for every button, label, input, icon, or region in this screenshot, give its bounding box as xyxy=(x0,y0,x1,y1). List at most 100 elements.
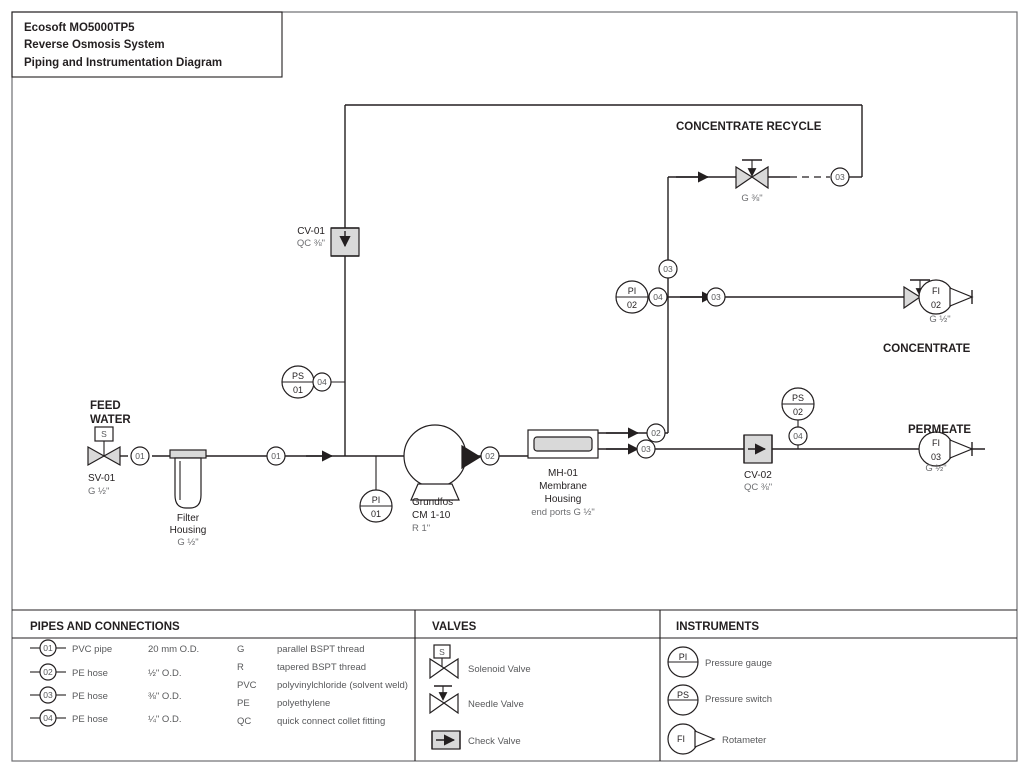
legend-needle-left xyxy=(429,692,446,715)
legend-abbrev-4-meaning: quick connect collet fitting xyxy=(277,716,385,727)
recycle-valve-size-label: G ⅜" xyxy=(741,193,762,204)
ps02-number: 02 xyxy=(793,407,803,417)
pump-grundfos xyxy=(403,424,482,501)
sv01-solenoid-letter: S xyxy=(101,429,107,439)
cv01-tag-label: CV-01 xyxy=(297,226,325,237)
pi01-number: 01 xyxy=(371,509,381,519)
legend-valve-needle: Needle Valve xyxy=(429,685,524,715)
filter-bowl xyxy=(174,457,202,509)
mh01-element xyxy=(533,436,593,452)
instrument-fi02[interactable]: FI 02 xyxy=(918,279,974,315)
legend-solenoid-right xyxy=(442,657,459,680)
line-tag-03a: 03 xyxy=(636,439,656,459)
legend-pipe-row-0: 01 PVC pipe 20 mm O.D. xyxy=(30,639,199,657)
legend-pi-code: PI xyxy=(679,652,688,662)
permeate-size-label: G ½" xyxy=(925,463,946,474)
cv02-tag-label: CV-02 xyxy=(744,470,772,481)
valve-concentrate-recycle[interactable] xyxy=(735,159,769,190)
legend-pipe-3-tag: 04 xyxy=(43,713,53,723)
title-line-2: Reverse Osmosis System xyxy=(24,39,165,51)
legend-pipe-row-3: 04 PE hose ¼" O.D. xyxy=(30,709,181,727)
concentrate-recycle-label: CONCENTRATE RECYCLE xyxy=(676,121,822,133)
pi01-type: PI xyxy=(372,495,381,505)
legend-pipe-3-name: PE hose xyxy=(72,714,108,725)
sv01-body-left xyxy=(87,445,106,467)
mh01-tag-label: MH-01 xyxy=(548,468,578,479)
recycle-valve-right xyxy=(750,165,769,190)
instrument-fi03[interactable]: FI 03 xyxy=(918,431,974,467)
fi02-type: FI xyxy=(932,286,940,296)
pump-label-1: Grundfos xyxy=(412,497,453,508)
fi02-cone xyxy=(949,287,974,307)
valve-cv01[interactable] xyxy=(330,227,360,257)
legend-pipe-0-name: PVC pipe xyxy=(72,644,112,655)
legend-valve-solenoid: S Solenoid Valve xyxy=(429,644,531,680)
feed-water-label-2: WATER xyxy=(90,414,131,426)
filter-size-label: G ½" xyxy=(177,537,198,548)
pump-discharge-cone xyxy=(461,444,482,470)
tag-01b-text: 01 xyxy=(271,451,281,461)
legend-needle-right xyxy=(442,692,459,715)
legend-pipe-row-1: 02 PE hose ½" O.D. xyxy=(30,663,181,681)
pump-body xyxy=(403,424,467,488)
legend-fi-cone xyxy=(694,730,716,748)
legend-abbrev-2-meaning: polyvinylchloride (solvent weld) xyxy=(277,680,408,691)
filter-label-1: Filter xyxy=(177,513,200,524)
legend-abbrev-1-meaning: tapered BSPT thread xyxy=(277,662,366,673)
line-tag-04c: 04 xyxy=(788,426,808,446)
legend-pipe-1-name: PE hose xyxy=(72,668,108,679)
tag-03b-text: 03 xyxy=(663,264,673,274)
legend-ps-code: PS xyxy=(677,690,689,700)
filter-housing xyxy=(169,449,207,509)
tag-04c-text: 04 xyxy=(793,431,803,441)
legend-needle-label: Needle Valve xyxy=(468,699,524,710)
conc-valve-size-label: G ½" xyxy=(929,314,950,325)
line-tag-03c: 03 xyxy=(706,287,726,307)
pid-sheet: Ecosoft MO5000TP5 Reverse Osmosis System… xyxy=(0,0,1029,773)
legend-pipe-row-2: 03 PE hose ⅜" O.D. xyxy=(30,686,181,704)
legend-instrument-ps: PS Pressure switch xyxy=(667,684,772,716)
pump-label-2: CM 1-10 xyxy=(412,510,451,521)
legend-abbrev-0-code: G xyxy=(237,644,244,655)
fi02-number: 02 xyxy=(931,300,941,310)
ps01-number: 01 xyxy=(293,385,303,395)
pi02-number: 02 xyxy=(627,300,637,310)
sv01-body-right xyxy=(102,445,121,467)
instrument-ps02[interactable]: PS 02 xyxy=(781,387,815,421)
instrument-pi02[interactable]: PI 02 xyxy=(615,280,649,314)
legend-abbrev-0-meaning: parallel BSPT thread xyxy=(277,644,365,655)
line-tag-03d: 03 xyxy=(830,167,850,187)
line-tag-01a: 01 xyxy=(130,446,150,466)
legend-check-label: Check Valve xyxy=(468,736,521,747)
legend-abbrev-3-code: PE xyxy=(237,698,250,709)
legend-pipe-2-name: PE hose xyxy=(72,691,108,702)
legend-pipe-2-tag: 03 xyxy=(43,690,53,700)
tag-03c-text: 03 xyxy=(711,292,721,302)
legend-instrument-pi: PI Pressure gauge xyxy=(667,646,772,678)
sv01-tag-label: SV-01 xyxy=(88,473,116,484)
fi03-cone xyxy=(949,439,974,459)
mh01-label-1: Membrane xyxy=(539,481,587,492)
membrane-housing xyxy=(527,429,599,459)
legend-pipes-header: PIPES AND CONNECTIONS xyxy=(30,621,180,633)
fi03-type: FI xyxy=(932,438,940,448)
legend-pipe-1-tag: 02 xyxy=(43,667,53,677)
tag-04a-text: 04 xyxy=(317,377,327,387)
valve-sv01[interactable]: S xyxy=(87,426,121,467)
tag-03d-text: 03 xyxy=(835,172,845,182)
valve-cv02[interactable] xyxy=(743,434,773,464)
conc-valve-left xyxy=(903,285,922,310)
tag-04b-text: 04 xyxy=(653,292,663,302)
concentrate-label: CONCENTRATE xyxy=(883,343,971,355)
line-tag-03b: 03 xyxy=(658,259,678,279)
cv01-size-label: QC ⅜" xyxy=(297,238,325,249)
ps02-type: PS xyxy=(792,393,804,403)
line-tag-01b: 01 xyxy=(266,446,286,466)
instrument-ps01[interactable]: PS 01 xyxy=(281,365,315,399)
tag-02a-text: 02 xyxy=(485,451,495,461)
legend-pi-label: Pressure gauge xyxy=(705,658,772,669)
line-tag-02b: 02 xyxy=(646,423,666,443)
instrument-pi01[interactable]: PI 01 xyxy=(359,489,393,523)
legend-pipe-3-size: ¼" O.D. xyxy=(148,714,181,725)
legend-valves-header: VALVES xyxy=(432,621,477,633)
